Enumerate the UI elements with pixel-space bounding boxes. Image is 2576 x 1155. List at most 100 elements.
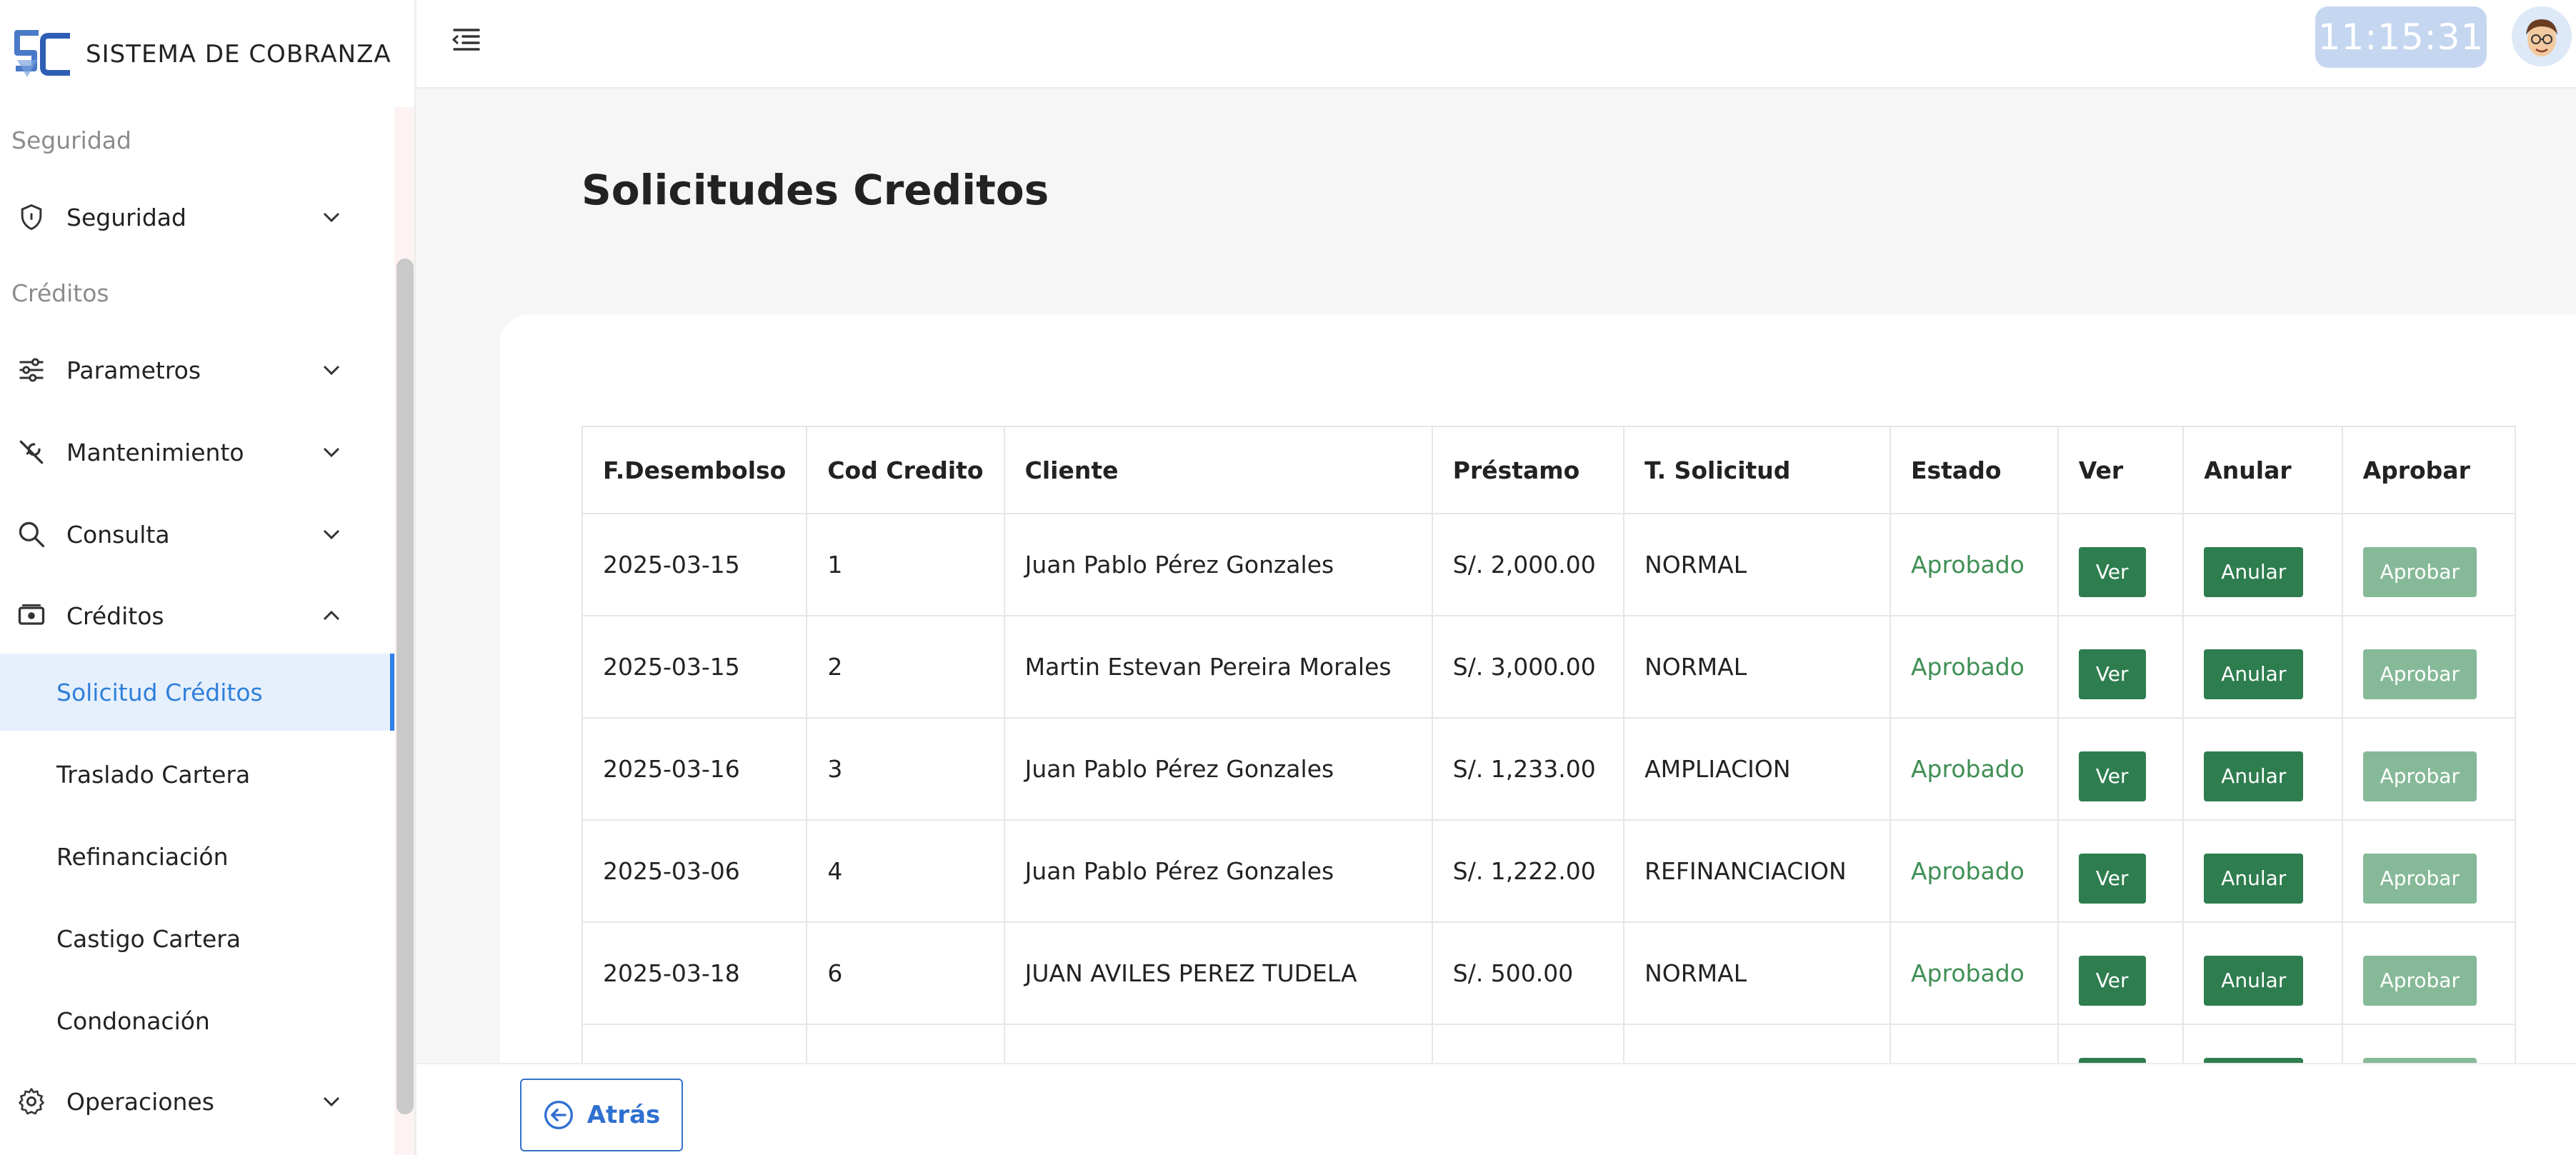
cell-fecha: 2025-03-18 xyxy=(581,921,808,1025)
search-icon xyxy=(19,521,45,548)
chevron-down-icon xyxy=(323,365,340,376)
sidebar-subitem-label: Castigo Cartera xyxy=(56,924,241,953)
chevron-down-icon xyxy=(323,1096,340,1107)
ver-button[interactable]: Ver xyxy=(2078,546,2146,597)
sidebar-subitem-label: Solicitud Créditos xyxy=(56,678,263,706)
cell-ver: Ver xyxy=(2057,921,2185,1025)
sliders-icon xyxy=(19,358,44,382)
table-header-row: F.Desembolso Cod Credito Cliente Préstam… xyxy=(581,426,2517,514)
cell-aprobar: Aprobar xyxy=(2341,615,2517,719)
cell-cliente: JUAN AVILES PEREZ TUDELA xyxy=(1003,921,1433,1025)
sidebar-item-operaciones[interactable]: Operaciones xyxy=(0,1066,386,1137)
cell-cliente: Juan Pablo Pérez Gonzales xyxy=(1003,819,1433,923)
sidebar-item-parametros[interactable]: Parametros xyxy=(0,334,386,406)
cell-fecha: 2025-03-15 xyxy=(581,615,808,719)
anular-button[interactable]: Anular xyxy=(2204,955,2304,1006)
sidebar-item-mantenimiento[interactable]: Mantenimiento xyxy=(0,416,386,488)
wrench-icon xyxy=(19,440,44,464)
anular-button[interactable]: Anular xyxy=(2204,853,2304,904)
col-header-estado: Estado xyxy=(1889,426,2059,514)
sidebar-subitem-castigo-cartera[interactable]: Castigo Cartera xyxy=(0,900,394,977)
aprobar-button[interactable]: Aprobar xyxy=(2362,546,2477,597)
cell-cod: 3 xyxy=(806,717,1005,821)
page-title: Solicitudes Creditos xyxy=(581,166,1049,214)
cell-cliente: Juan Pablo Pérez Gonzales xyxy=(1003,717,1433,821)
cell-tipo: REFINANCIACION xyxy=(1623,819,1891,923)
cell-prestamo: S/. 1,222.00 xyxy=(1431,819,1625,923)
sidebar-item-seguridad[interactable]: Seguridad xyxy=(0,181,386,253)
sidebar-item-label: Parametros xyxy=(66,356,201,384)
cell-estado: Aprobado xyxy=(1889,615,2059,719)
cell-cliente: JUAN AVILES PEREZ TUDELA xyxy=(1003,1024,1433,1063)
chevron-down-icon xyxy=(323,447,340,458)
col-header-ver: Ver xyxy=(2057,426,2185,514)
user-avatar[interactable] xyxy=(2512,6,2572,66)
ver-button[interactable]: Ver xyxy=(2078,751,2146,801)
cell-estado: Aprobado xyxy=(1889,819,2059,923)
cell-cod: 4 xyxy=(806,819,1005,923)
col-header-cod: Cod Credito xyxy=(806,426,1005,514)
sidebar-subitem-solicitud-creditos[interactable]: Solicitud Créditos xyxy=(0,654,394,731)
aprobar-button[interactable]: Aprobar xyxy=(2362,649,2477,699)
ver-button[interactable]: Ver xyxy=(2078,853,2146,904)
footer-bar: Atrás xyxy=(417,1063,2576,1155)
cell-anular: Anular xyxy=(2182,615,2343,719)
shield-icon xyxy=(21,204,42,231)
sidebar-subitem-label: Traslado Cartera xyxy=(56,760,251,789)
sidebar-item-label: Seguridad xyxy=(66,203,186,231)
aprobar-button[interactable]: Aprobar xyxy=(2362,853,2477,904)
cell-prestamo: S/. 500.00 xyxy=(1431,1024,1625,1063)
ver-button[interactable]: Ver xyxy=(2078,649,2146,699)
back-button-label: Atrás xyxy=(586,1101,661,1129)
sidebar: SISTEMA DE COBRANZA Seguridad Seguridad … xyxy=(0,0,416,1155)
cell-anular: Anular xyxy=(2182,717,2343,821)
cell-estado: Aprobado xyxy=(1889,513,2059,616)
cell-aprobar: Aprobar xyxy=(2341,921,2517,1025)
table-row: 2025-03-18 7 JUAN AVILES PEREZ TUDELA S/… xyxy=(581,1024,2517,1063)
anular-button[interactable]: Anular xyxy=(2204,649,2304,699)
table-row: 2025-03-18 6 JUAN AVILES PEREZ TUDELA S/… xyxy=(581,921,2517,1025)
chevron-down-icon xyxy=(323,212,340,223)
topbar: 11:15:31 xyxy=(417,0,2576,89)
sidebar-subitem-condonacion[interactable]: Condonación xyxy=(0,982,394,1059)
cell-aprobar: Aprobar xyxy=(2341,513,2517,616)
anular-button[interactable]: Anular xyxy=(2204,546,2304,597)
aprobar-button[interactable]: Aprobar xyxy=(2362,751,2477,801)
clock-display: 11:15:31 xyxy=(2315,6,2487,68)
cell-aprobar: Aprobar xyxy=(2341,819,2517,923)
sidebar-item-consulta[interactable]: Consulta xyxy=(0,499,386,570)
cell-tipo: NORMAL xyxy=(1623,615,1891,719)
cell-ver: Ver xyxy=(2057,615,2185,719)
brand[interactable]: SISTEMA DE COBRANZA xyxy=(11,27,391,81)
sidebar-item-creditos[interactable]: Créditos xyxy=(0,580,386,651)
sidebar-nav: Seguridad Seguridad Créditos Parametros … xyxy=(0,107,394,1155)
sidebar-scrollbar[interactable] xyxy=(396,259,414,1114)
sidebar-subitem-label: Refinanciación xyxy=(56,842,229,871)
aprobar-button[interactable]: Aprobar xyxy=(2362,1057,2477,1063)
arrow-left-circle-icon xyxy=(544,1101,573,1129)
solicitudes-table: F.Desembolso Cod Credito Cliente Préstam… xyxy=(581,426,2517,1063)
col-header-tipo: T. Solicitud xyxy=(1623,426,1891,514)
ver-button[interactable]: Ver xyxy=(2078,1057,2146,1063)
col-header-fecha: F.Desembolso xyxy=(581,426,808,514)
cell-fecha: 2025-03-15 xyxy=(581,513,808,616)
back-button[interactable]: Atrás xyxy=(520,1079,683,1151)
sidebar-item-label: Consulta xyxy=(66,520,170,549)
chevron-up-icon xyxy=(323,610,340,621)
cell-ver: Ver xyxy=(2057,819,2185,923)
anular-button[interactable]: Anular xyxy=(2204,1057,2304,1063)
cell-tipo: AMPLIACION xyxy=(1623,717,1891,821)
aprobar-button[interactable]: Aprobar xyxy=(2362,955,2477,1006)
avatar-face-icon xyxy=(2512,6,2572,66)
sidebar-subitem-refinanciacion[interactable]: Refinanciación xyxy=(0,818,394,895)
sidebar-subitem-traslado-cartera[interactable]: Traslado Cartera xyxy=(0,736,394,813)
cell-prestamo: S/. 3,000.00 xyxy=(1431,615,1625,719)
cell-cod: 6 xyxy=(806,921,1005,1025)
col-header-cliente: Cliente xyxy=(1003,426,1433,514)
anular-button[interactable]: Anular xyxy=(2204,751,2304,801)
cell-cod: 7 xyxy=(806,1024,1005,1063)
ver-button[interactable]: Ver xyxy=(2078,955,2146,1006)
menu-collapse-icon[interactable] xyxy=(449,26,484,54)
cell-prestamo: S/. 1,233.00 xyxy=(1431,717,1625,821)
section-title-creditos: Créditos xyxy=(11,279,109,307)
